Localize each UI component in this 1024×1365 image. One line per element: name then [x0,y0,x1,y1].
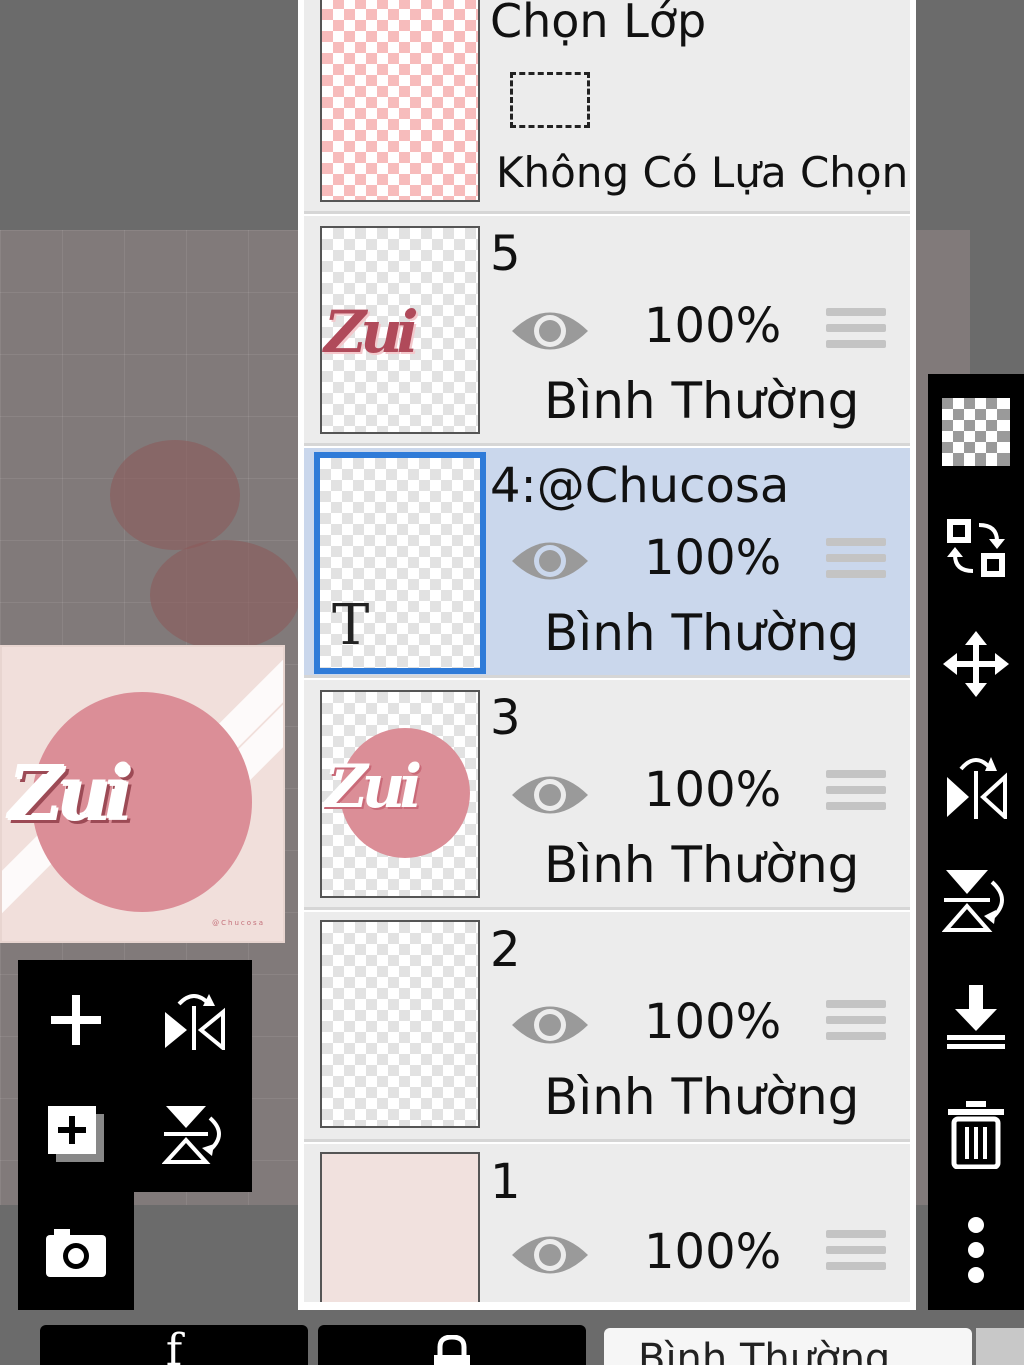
flip-vertical-icon [162,1106,221,1164]
transparency-button[interactable] [928,382,1024,482]
layer-row[interactable]: Zui 3 100% Bình Thường [304,680,910,910]
canvas-preview: Zui @Chucosa [0,645,285,943]
add-layer-button[interactable] [36,980,116,1060]
flip-horizontal-button[interactable] [928,734,1024,834]
layer-name: 2 [490,922,521,978]
layer-tools-panel [18,960,252,1192]
layer-thumbnail: Zui [320,226,480,434]
lock-icon [434,1335,470,1365]
layer-opacity[interactable]: 100% [644,530,781,586]
move-button[interactable] [928,614,1024,714]
flip-horizontal-icon [947,757,1007,819]
drag-handle-icon[interactable] [826,1230,886,1280]
flip-vertical-button[interactable] [928,850,1024,950]
visibility-eye-icon[interactable] [510,1230,590,1280]
layer-blend-mode[interactable]: Bình Thường [544,372,859,430]
layer-opacity[interactable]: 100% [644,762,781,818]
layer-opacity[interactable]: 100% [644,298,781,354]
duplicate-layer-button[interactable] [36,1094,116,1174]
selection-layer-title: Chọn Lớp [490,0,707,48]
delete-layer-button[interactable] [928,1084,1024,1184]
visibility-eye-icon[interactable] [510,536,590,586]
lock-alpha-button[interactable] [318,1325,586,1365]
add-layer-icon [51,995,101,1045]
duplicate-layer-icon [48,1106,104,1162]
merge-down-icon [947,985,1005,1049]
camera-button[interactable] [36,1212,116,1292]
drag-handle-icon[interactable] [826,538,886,588]
selection-status: Không Có Lựa Chọn [496,148,909,197]
flip-horizontal-icon [165,994,225,1050]
camera-icon [46,1229,106,1277]
layer-thumbnail-artwork: Zui [324,752,422,822]
blend-mode-selector[interactable]: Bình Thường [604,1328,972,1365]
move-icon [943,631,1009,697]
layer-row-selected[interactable]: T 4:@Chucosa 100% Bình Thường [304,448,910,678]
clipping-label: f [165,1325,183,1365]
drag-handle-icon[interactable] [826,770,886,820]
drag-handle-icon[interactable] [826,1000,886,1050]
preview-artwork-text: Zui [10,752,134,838]
layer-thumbnail: Zui [320,690,480,898]
layer-thumbnail [320,920,480,1128]
flip-layer-vertical-button[interactable] [154,1094,234,1174]
preview-watermark: @Chucosa [212,919,265,927]
layer-thumbnail: T [314,452,486,674]
layer-thumbnail-artwork: Zui [324,298,419,366]
transparency-icon [942,398,1010,466]
layer-blend-mode[interactable]: Bình Thường [544,1068,859,1126]
selection-layer-row[interactable]: Chọn Lớp Không Có Lựa Chọn [304,0,910,214]
layer-row[interactable]: Zui 5 100% Bình Thường [304,216,910,446]
layers-panel: Chọn Lớp Không Có Lựa Chọn Zui 5 100% Bì… [298,0,916,1310]
text-layer-marker: T [332,593,370,658]
visibility-eye-icon[interactable] [510,1000,590,1050]
canvas-artwork-shape [110,440,240,550]
swap-layers-icon [947,519,1005,577]
selection-marquee-icon [510,72,590,128]
selection-layer-thumbnail [320,0,480,202]
layer-thumbnail [320,1152,480,1302]
flip-vertical-icon [942,870,1004,932]
canvas-artwork-shape [150,540,300,650]
camera-panel [18,1192,134,1310]
clipping-button[interactable]: f [40,1325,308,1365]
layer-blend-mode[interactable]: Bình Thường [544,604,859,662]
flip-layer-horizontal-button[interactable] [154,980,234,1060]
layer-name: 3 [490,690,521,746]
more-icon [968,1217,984,1283]
layer-name: 1 [490,1154,521,1210]
more-options-button[interactable] [928,1200,1024,1300]
layer-name: 4:@Chucosa [490,458,790,514]
swap-layers-button[interactable] [928,498,1024,598]
visibility-eye-icon[interactable] [510,306,590,356]
trash-icon [948,1101,1004,1169]
layer-name: 5 [490,226,521,282]
merge-down-button[interactable] [928,966,1024,1066]
layer-opacity[interactable]: 100% [644,994,781,1050]
layer-row[interactable]: 1 100% [304,1144,910,1302]
blend-mode-dropdown[interactable] [976,1328,1024,1365]
layer-opacity[interactable]: 100% [644,1224,781,1280]
layer-row[interactable]: 2 100% Bình Thường [304,912,910,1142]
layer-blend-mode[interactable]: Bình Thường [544,836,859,894]
visibility-eye-icon[interactable] [510,770,590,820]
drag-handle-icon[interactable] [826,308,886,358]
right-toolbar [928,374,1024,1310]
